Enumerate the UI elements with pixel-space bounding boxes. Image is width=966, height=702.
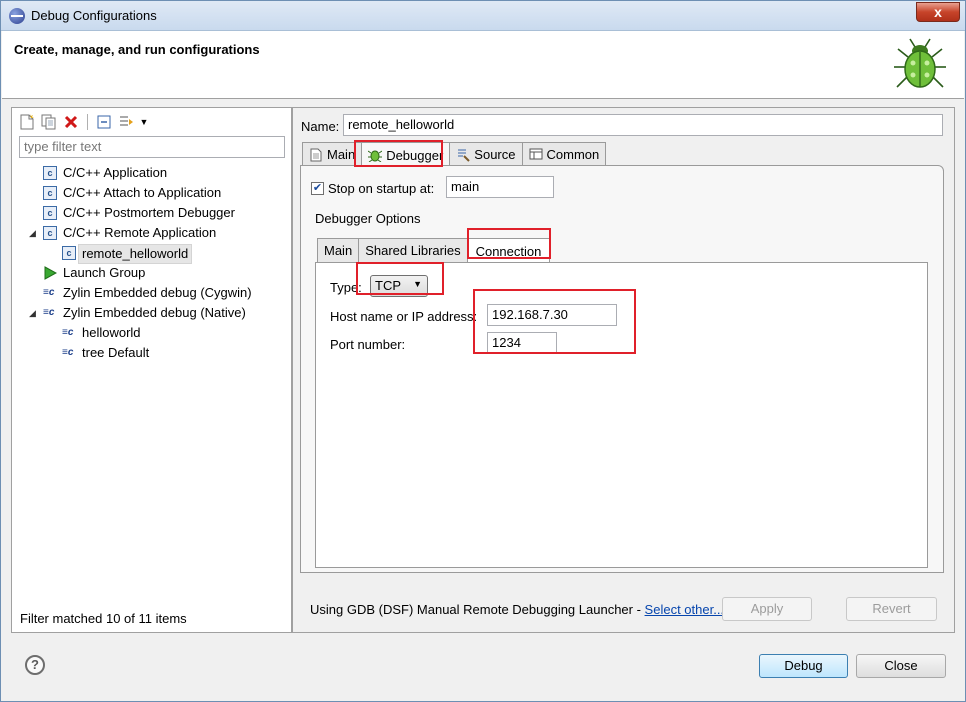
debug-configurations-window: Debug Configurations x Create, manage, a… xyxy=(0,0,966,702)
close-button[interactable]: Close xyxy=(856,654,946,678)
zylin-icon: ≡c xyxy=(43,287,55,298)
zylin-icon: ≡c xyxy=(62,347,74,358)
tree-item-cpp-postmortem[interactable]: c C/C++ Postmortem Debugger xyxy=(12,203,291,223)
collapse-all-icon[interactable] xyxy=(95,113,113,131)
tree-item-label: C/C++ Application xyxy=(63,165,168,180)
tree-item-zylin-cygwin[interactable]: ≡c Zylin Embedded debug (Cygwin) xyxy=(12,283,291,303)
tab-label: Debugger xyxy=(386,147,444,163)
expand-arrow-icon[interactable]: ◢ xyxy=(29,223,39,243)
tab-label: Common xyxy=(546,147,600,162)
filter-input[interactable]: type filter text xyxy=(19,136,285,158)
main-tab-icon xyxy=(309,148,323,162)
tree-toolbar: ▼ xyxy=(18,111,149,133)
bug-icon xyxy=(894,38,946,88)
connection-tab-content: Type: TCP ▼ Host name or IP address: 192… xyxy=(315,262,928,568)
header-title: Create, manage, and run configurations xyxy=(14,42,260,57)
tree-item-cpp-remote[interactable]: ◢ c C/C++ Remote Application xyxy=(12,223,291,243)
tree-item-label: C/C++ Remote Application xyxy=(63,225,217,240)
type-label: Type: xyxy=(330,280,362,295)
tree-item-label: Zylin Embedded debug (Cygwin) xyxy=(63,285,252,300)
tree-item-label: C/C++ Postmortem Debugger xyxy=(63,205,235,220)
new-config-icon[interactable] xyxy=(18,113,36,131)
dropdown-icon[interactable]: ▼ xyxy=(139,113,149,131)
debugger-options-tabs: Main Shared Libraries Connection xyxy=(317,238,551,263)
stop-on-startup-checkbox[interactable]: ✔ xyxy=(311,181,324,195)
tree-item-helloworld[interactable]: ≡c helloworld xyxy=(12,323,291,343)
common-tab-icon xyxy=(529,148,543,162)
c-config-icon: c xyxy=(43,206,57,220)
apply-button[interactable]: Apply xyxy=(722,597,812,621)
debugger-tab-content: ✔ Stop on startup at: main Debugger Opti… xyxy=(300,165,944,573)
configuration-tree-panel: ▼ type filter text c C/C++ Application c… xyxy=(11,107,292,633)
stop-on-startup-row: ✔ Stop on startup at: xyxy=(311,178,434,198)
filter-status: Filter matched 10 of 11 items xyxy=(20,611,187,626)
c-config-icon: c xyxy=(62,246,76,260)
stop-on-startup-label: Stop on startup at: xyxy=(328,180,435,196)
select-other-link[interactable]: Select other... xyxy=(645,602,725,617)
tab-label: Source xyxy=(474,147,516,162)
inner-tab-connection[interactable]: Connection xyxy=(466,238,551,263)
debugger-tab-icon xyxy=(367,148,383,163)
configuration-editor-panel: Name: remote_helloworld Main Debugger So… xyxy=(292,107,955,633)
window-title: Debug Configurations xyxy=(31,8,157,23)
duplicate-icon[interactable] xyxy=(40,113,58,131)
tree-item-label: Launch Group xyxy=(63,265,146,280)
delete-icon[interactable] xyxy=(62,113,80,131)
tree-item-label: C/C++ Attach to Application xyxy=(63,185,222,200)
tab-debugger[interactable]: Debugger xyxy=(361,142,451,167)
host-label: Host name or IP address: xyxy=(330,309,478,324)
c-config-icon: c xyxy=(43,186,57,200)
launcher-text: Using GDB (DSF) Manual Remote Debugging … xyxy=(310,602,645,617)
help-icon[interactable]: ? xyxy=(25,655,45,675)
dialog-header: Create, manage, and run configurations xyxy=(2,31,964,99)
eclipse-icon xyxy=(9,8,25,24)
launch-group-icon xyxy=(43,266,58,280)
tree-item-label: tree Default xyxy=(82,345,150,360)
title-bar[interactable]: Debug Configurations x xyxy=(1,1,965,31)
inner-tab-shared-libraries[interactable]: Shared Libraries xyxy=(358,238,468,262)
tree-item-cpp-attach[interactable]: c C/C++ Attach to Application xyxy=(12,183,291,203)
debugger-options-label: Debugger Options xyxy=(315,211,421,226)
port-label: Port number: xyxy=(330,337,406,352)
host-input[interactable]: 192.168.7.30 xyxy=(487,304,617,326)
inner-tab-main[interactable]: Main xyxy=(317,238,360,262)
name-label: Name: xyxy=(301,119,340,134)
tab-label: Shared Libraries xyxy=(365,243,461,258)
tab-label: Main xyxy=(327,147,356,162)
tree-item-zylin-native[interactable]: ◢ ≡c Zylin Embedded debug (Native) xyxy=(12,303,291,323)
expand-arrow-icon[interactable]: ◢ xyxy=(29,303,39,323)
name-input[interactable]: remote_helloworld xyxy=(343,114,943,136)
tree-item-label: Zylin Embedded debug (Native) xyxy=(63,305,246,320)
tree-item-label: remote_helloworld xyxy=(78,244,193,264)
filter-icon[interactable] xyxy=(117,113,135,131)
tree-item-launch-group[interactable]: Launch Group xyxy=(12,263,291,283)
zylin-icon: ≡c xyxy=(43,307,55,318)
debug-button[interactable]: Debug xyxy=(759,654,848,678)
zylin-icon: ≡c xyxy=(62,327,74,338)
stop-on-startup-input[interactable]: main xyxy=(446,176,554,198)
connection-type-select[interactable]: TCP ▼ xyxy=(370,275,428,297)
toolbar-separator xyxy=(87,114,88,130)
chevron-down-icon: ▼ xyxy=(413,279,422,289)
revert-button[interactable]: Revert xyxy=(846,597,937,621)
configuration-tree: c C/C++ Application c C/C++ Attach to Ap… xyxy=(12,163,291,363)
c-config-icon: c xyxy=(43,166,57,180)
tab-label: Connection xyxy=(475,243,542,259)
tree-item-remote-helloworld[interactable]: c remote_helloworld xyxy=(12,243,291,264)
port-input[interactable]: 1234 xyxy=(487,332,557,354)
tab-label: Main xyxy=(324,243,353,258)
tab-source[interactable]: Source xyxy=(449,142,523,166)
c-config-icon: c xyxy=(43,226,57,240)
launcher-info: Using GDB (DSF) Manual Remote Debugging … xyxy=(310,602,724,617)
connection-type-value: TCP xyxy=(375,278,401,293)
tab-main[interactable]: Main xyxy=(302,142,363,166)
window-close-button[interactable]: x xyxy=(916,2,960,22)
tree-item-cpp-application[interactable]: c C/C++ Application xyxy=(12,163,291,183)
tree-item-label: helloworld xyxy=(82,325,141,340)
source-tab-icon xyxy=(456,148,471,162)
tree-item-tree-default[interactable]: ≡c tree Default xyxy=(12,343,291,363)
config-tabs: Main Debugger Source Common xyxy=(302,142,607,167)
tab-common[interactable]: Common xyxy=(521,142,607,166)
